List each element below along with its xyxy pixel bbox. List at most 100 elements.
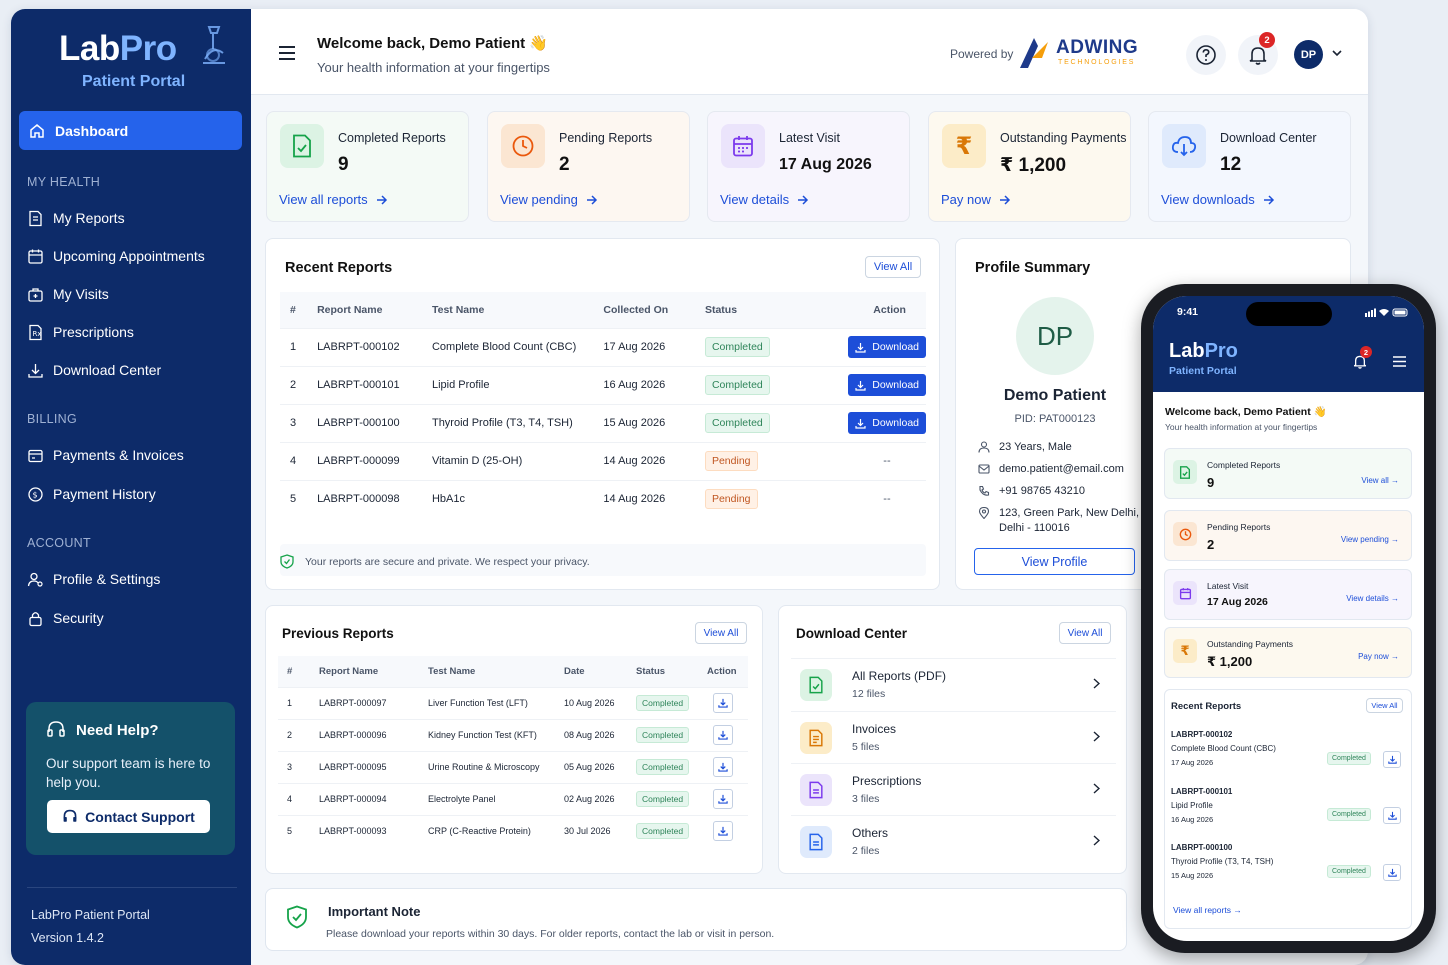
stat-card-outstanding-payments[interactable]: ₹ Outstanding Payments ₹ 1,200 Pay now: [928, 111, 1131, 222]
download-icon-button[interactable]: [713, 725, 733, 745]
column-header: Action: [707, 656, 748, 687]
download-item-invoices[interactable]: Invoices 5 files: [791, 711, 1116, 763]
view-all-reports-link[interactable]: View all reports: [279, 192, 388, 207]
sidebar-item-profile-settings[interactable]: Profile & Settings: [27, 567, 160, 591]
report-check-icon: [1173, 460, 1197, 484]
status-badge: Completed: [704, 337, 770, 357]
download-item-others[interactable]: Others 2 files: [791, 815, 1116, 867]
download-label: Download: [872, 379, 919, 391]
report-id: LABRPT-000098: [317, 479, 432, 518]
test-name: Kidney Function Test (KFT): [428, 718, 564, 751]
sidebar-item-download-center[interactable]: Download Center: [27, 358, 161, 382]
mobile-view-all-reports-link[interactable]: View all reports →: [1173, 905, 1242, 915]
table-header-row: # Report Name Test Name Date Status Acti…: [278, 656, 748, 687]
view-pending-link[interactable]: View pending: [500, 192, 598, 207]
test-name: Vitamin D (25-OH): [431, 441, 604, 480]
mobile-card-latest-visit[interactable]: Latest Visit 17 Aug 2026 View details →: [1164, 569, 1412, 620]
download-icon-button[interactable]: [1383, 864, 1401, 881]
mobile-card-link[interactable]: View all →: [1361, 476, 1399, 485]
sidebar-item-my-visits[interactable]: My Visits: [27, 282, 109, 306]
sidebar-item-payments[interactable]: Payments & Invoices: [27, 443, 184, 467]
mobile-report-item[interactable]: LABRPT-000102 Complete Blood Count (CBC) 1…: [1171, 728, 1276, 770]
download-icon-button[interactable]: [713, 821, 733, 842]
status-badge: Completed: [636, 791, 690, 807]
download-icon-button[interactable]: [1383, 807, 1401, 824]
sidebar-item-appointments[interactable]: Upcoming Appointments: [27, 244, 205, 268]
previous-reports-table: # Report Name Test Name Date Status Acti…: [278, 656, 748, 847]
mobile-phone-mockup: 9:41 LabPro Patient Portal 2 Welcome bac…: [1141, 284, 1436, 953]
report-check-icon: [280, 124, 324, 168]
previous-view-all-button[interactable]: View All: [695, 622, 747, 644]
stat-card-completed[interactable]: Completed Reports 9 View all reports: [266, 111, 469, 222]
chevron-down-icon[interactable]: [1332, 50, 1342, 57]
download-icon-button[interactable]: [713, 757, 733, 777]
mobile-screen: 9:41 LabPro Patient Portal 2 Welcome bac…: [1153, 296, 1424, 941]
report-id: LABRPT-000096: [319, 718, 428, 751]
previous-reports-title: Previous Reports: [282, 626, 394, 641]
download-icon: [855, 418, 866, 429]
stat-value: 2: [559, 154, 570, 175]
mobile-card-link[interactable]: View pending →: [1341, 535, 1399, 544]
menu-icon[interactable]: [1393, 356, 1406, 367]
stat-card-latest-visit[interactable]: Latest Visit 17 Aug 2026 View details: [707, 111, 910, 222]
view-downloads-link[interactable]: View downloads: [1161, 192, 1275, 207]
stat-card-pending[interactable]: Pending Reports 2 View pending: [487, 111, 690, 222]
recent-view-all-button[interactable]: View All: [865, 256, 921, 278]
svg-text:Rx: Rx: [33, 330, 42, 338]
download-view-all-button[interactable]: View All: [1059, 622, 1111, 644]
report-date: 10 Aug 2026: [564, 686, 636, 719]
secure-note-text: Your reports are secure and private. We …: [305, 555, 590, 568]
table-header-row: # Report Name Test Name Collected On Sta…: [280, 292, 926, 328]
important-note-title: Important Note: [328, 904, 421, 919]
download-label: Download: [872, 341, 919, 353]
report-date: 16 Aug 2026: [1171, 815, 1214, 824]
profile-avatar: DP: [1016, 297, 1094, 375]
clock-icon: [1173, 522, 1197, 546]
download-item-prescriptions[interactable]: Prescriptions 3 files: [791, 763, 1116, 815]
chevron-right-icon: [1093, 783, 1100, 794]
mobile-card-payments[interactable]: ₹ Outstanding Payments ₹ 1,200 Pay now →: [1164, 627, 1412, 678]
report-date: 30 Jul 2026: [564, 814, 636, 847]
pay-now-link[interactable]: Pay now: [941, 192, 1011, 207]
section-label-billing: BILLING: [27, 412, 78, 426]
download-button[interactable]: Download: [848, 336, 926, 358]
sidebar-item-label: Profile & Settings: [53, 571, 161, 587]
download-icon: [855, 380, 866, 391]
row-number: 1: [280, 327, 318, 366]
sidebar-item-my-reports[interactable]: My Reports: [27, 206, 125, 230]
help-button[interactable]: [1186, 35, 1226, 75]
mobile-card-pending[interactable]: Pending Reports 2 View pending →: [1164, 510, 1412, 561]
download-button[interactable]: Download: [848, 412, 926, 434]
test-name: Electrolyte Panel: [428, 782, 564, 815]
contact-support-button[interactable]: Contact Support: [47, 800, 210, 833]
mobile-card-completed[interactable]: Completed Reports 9 View all →: [1164, 448, 1412, 499]
download-icon: [718, 762, 728, 772]
stat-card-download-center[interactable]: Download Center 12 View downloads: [1148, 111, 1351, 222]
mobile-card-link[interactable]: Pay now →: [1358, 652, 1399, 661]
download-button[interactable]: Download: [848, 374, 926, 396]
mobile-report-item[interactable]: LABRPT-000101 Lipid Profile 16 Aug 2026: [1171, 785, 1232, 827]
column-header: Report Name: [319, 656, 428, 687]
arrow-right-icon: [798, 194, 809, 205]
sidebar-item-dashboard[interactable]: Dashboard: [19, 111, 242, 150]
no-action: --: [808, 441, 926, 480]
mobile-report-item[interactable]: LABRPT-000100 Thyroid Profile (T3, T4, TS…: [1171, 841, 1273, 883]
calendar-icon: [28, 249, 43, 264]
sidebar-item-prescriptions[interactable]: Rx Prescriptions: [27, 320, 134, 344]
download-icon-button[interactable]: [1383, 751, 1401, 768]
stat-label: Completed Reports: [338, 131, 446, 145]
view-details-link[interactable]: View details: [720, 192, 809, 207]
download-icon-button[interactable]: [713, 789, 733, 809]
menu-icon[interactable]: [278, 46, 296, 60]
avatar[interactable]: DP: [1294, 40, 1323, 69]
mobile-card-link[interactable]: View details →: [1346, 594, 1399, 603]
column-header: Report Name: [317, 292, 432, 328]
download-item-all-reports[interactable]: All Reports (PDF) 12 files: [791, 658, 1116, 710]
download-icon-button[interactable]: [713, 693, 733, 713]
view-profile-button[interactable]: View Profile: [974, 548, 1135, 575]
sidebar-item-security[interactable]: Security: [27, 606, 104, 630]
arrow-right-icon: [999, 194, 1010, 205]
mobile-view-all-button[interactable]: View All: [1366, 698, 1403, 713]
report-check-icon: [800, 668, 832, 701]
sidebar-item-payment-history[interactable]: $ Payment History: [27, 482, 156, 506]
